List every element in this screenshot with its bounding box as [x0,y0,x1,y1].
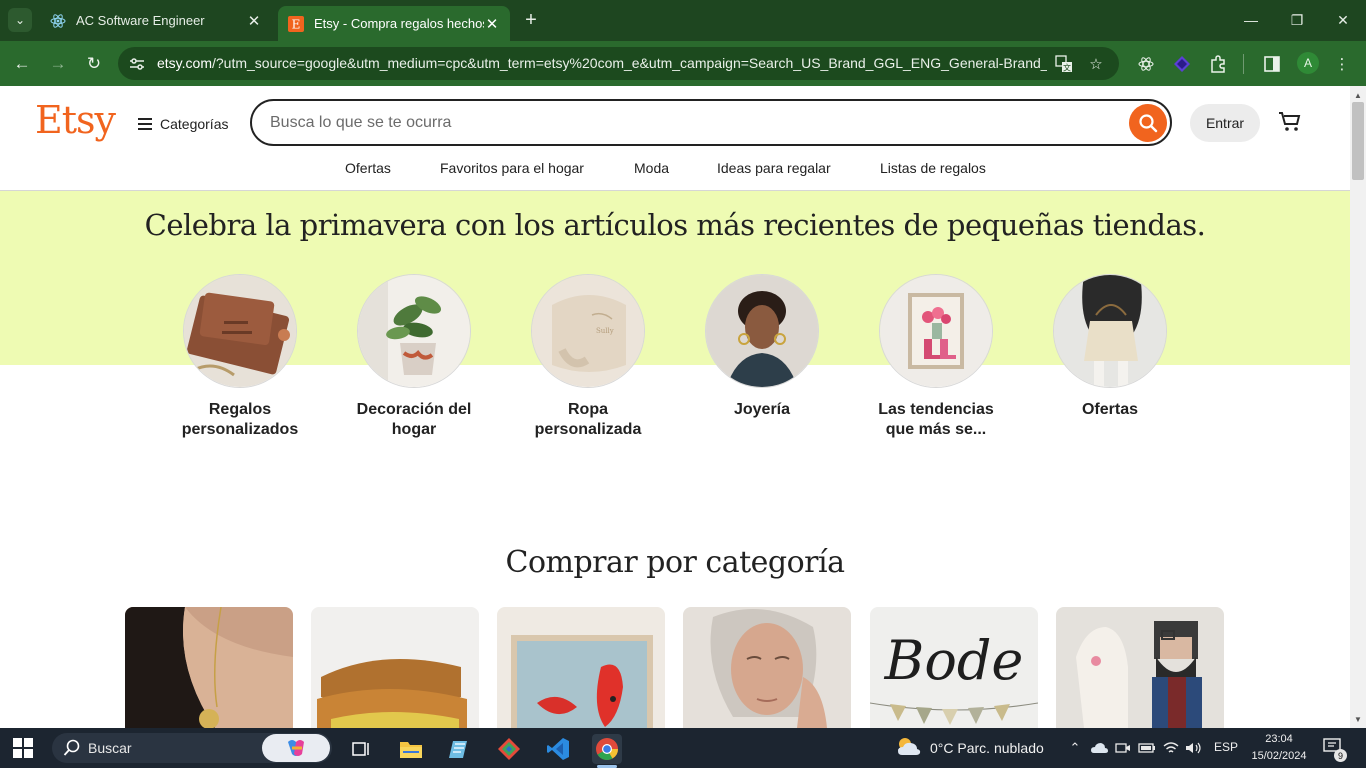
translate-icon[interactable]: 文 [1052,52,1076,76]
react-devtools-icon[interactable] [1134,52,1158,76]
category-card-toys[interactable] [1056,607,1224,728]
url-path: /?utm_source=google&utm_medium=cpc&utm_t… [211,55,1047,71]
category-card-wedding[interactable]: Bode [870,607,1038,728]
category-card-jewelry[interactable] [125,607,293,728]
hero-image-ropa-personalizada[interactable]: Sully [531,274,645,388]
notification-count-badge: 9 [1334,749,1347,762]
etsy-logo[interactable]: Etsy [35,98,116,142]
cart-icon[interactable] [1276,108,1304,136]
category-card-clothing[interactable] [311,607,479,728]
tab-etsy[interactable]: E Etsy - Compra regalos hechos a mano ✕ [278,6,510,41]
hero-label-regalos-personalizados[interactable]: Regalos personalizados [170,400,310,440]
hero-label-ropa-personalizada[interactable]: Ropa personalizada [518,400,658,440]
hero-title: Celebra la primavera con los artículos m… [144,208,1206,242]
git-app-icon[interactable] [494,734,524,764]
category-card-beauty[interactable] [683,607,851,728]
meet-now-icon[interactable] [1114,739,1132,757]
tab-search-dropdown-icon[interactable]: ⌄ [8,8,32,32]
battery-icon[interactable] [1138,739,1156,757]
nav-link-moda[interactable]: Moda [634,160,669,178]
hero-image-decoracion-hogar[interactable] [357,274,471,388]
taskbar-search-label: Buscar [88,740,132,756]
language-indicator[interactable]: ESP [1214,740,1238,754]
search-icon [62,738,82,758]
notepad-icon[interactable] [445,734,475,764]
copilot-icon[interactable] [262,734,330,762]
clock-date: 15/02/2024 [1251,750,1307,762]
partly-cloudy-icon[interactable] [896,735,922,759]
page-scrollbar[interactable] [1350,86,1366,728]
taskbar-clock[interactable]: 23:04 15/02/2024 [1248,731,1310,765]
nav-link-ideas-regalar[interactable]: Ideas para regalar [717,160,831,178]
tab-ac-software-engineer[interactable]: AC Software Engineer ✕ [40,6,272,35]
scroll-down-icon[interactable]: ▼ [1350,712,1366,726]
back-icon[interactable]: ← [9,51,35,77]
windows-start-icon[interactable] [12,737,34,759]
categories-menu-button[interactable]: Categorías [138,113,228,135]
extension-purple-icon[interactable] [1170,52,1194,76]
onedrive-icon[interactable] [1090,739,1108,757]
close-window-icon[interactable]: ✕ [1320,8,1366,32]
signin-button[interactable]: Entrar [1190,104,1260,142]
react-icon [50,13,66,29]
svg-text:文: 文 [1063,63,1071,73]
restore-icon[interactable]: ❐ [1274,8,1320,32]
search-button[interactable] [1129,104,1167,142]
nav-link-ofertas[interactable]: Ofertas [345,160,391,178]
wifi-icon[interactable] [1162,739,1180,757]
hero-image-ofertas[interactable] [1053,274,1167,388]
extensions-puzzle-icon[interactable] [1206,52,1230,76]
nav-link-favoritos-hogar[interactable]: Favoritos para el hogar [440,160,584,178]
hero-label-tendencias[interactable]: Las tendencias que más se... [866,400,1006,440]
category-section-title: Comprar por categoría [505,545,846,580]
chrome-menu-icon[interactable]: ⋮ [1330,52,1354,76]
scrollbar-thumb[interactable] [1352,102,1364,180]
hero-label-decoracion-hogar[interactable]: Decoración del hogar [344,400,484,440]
svg-text:Sully: Sully [596,327,614,335]
site-info-icon[interactable] [128,55,146,73]
new-tab-icon[interactable]: + [520,9,542,31]
search-input[interactable] [270,113,1110,133]
hamburger-menu-icon [138,118,152,130]
hero-label-joyeria[interactable]: Joyería [692,400,832,420]
reload-icon[interactable]: ↻ [81,51,107,77]
bode-sign-text: Bode [884,629,1024,692]
vscode-icon[interactable] [543,734,573,764]
forward-icon[interactable]: → [45,51,71,77]
etsy-icon: E [288,15,304,32]
clock-time: 23:04 [1265,733,1293,745]
close-tab-icon[interactable]: ✕ [246,12,262,30]
bookmark-star-icon[interactable]: ☆ [1084,52,1108,76]
nav-link-listas-regalos[interactable]: Listas de regalos [880,160,986,178]
file-explorer-icon[interactable] [396,734,426,764]
hero-label-ofertas[interactable]: Ofertas [1040,400,1180,420]
url-host: etsy.com [157,55,212,71]
categories-label: Categorías [160,116,229,132]
svg-text:E: E [292,17,301,31]
tab-title: Etsy - Compra regalos hechos a mano [314,16,484,31]
show-hidden-icons-icon[interactable]: ⌃ [1066,739,1084,757]
search-icon [1139,114,1158,133]
task-view-icon[interactable] [346,734,376,764]
chrome-taskbar-icon[interactable] [592,734,622,764]
tab-title: AC Software Engineer [76,13,205,28]
url-text[interactable]: etsy.com/?utm_source=google&utm_medium=c… [157,55,1047,73]
scroll-up-icon[interactable]: ▲ [1350,88,1366,102]
weather-status[interactable]: 0°C Parc. nublado [930,740,1044,756]
profile-avatar[interactable]: A [1297,52,1319,74]
volume-icon[interactable] [1185,739,1203,757]
category-card-art[interactable] [497,607,665,728]
side-panel-icon[interactable] [1260,52,1284,76]
toolbar-divider [1243,54,1244,74]
minimize-icon[interactable]: — [1228,8,1274,32]
hero-image-joyeria[interactable] [705,274,819,388]
hero-image-regalos-personalizados[interactable] [183,274,297,388]
hero-image-tendencias[interactable] [879,274,993,388]
close-tab-icon[interactable]: ✕ [484,15,500,33]
